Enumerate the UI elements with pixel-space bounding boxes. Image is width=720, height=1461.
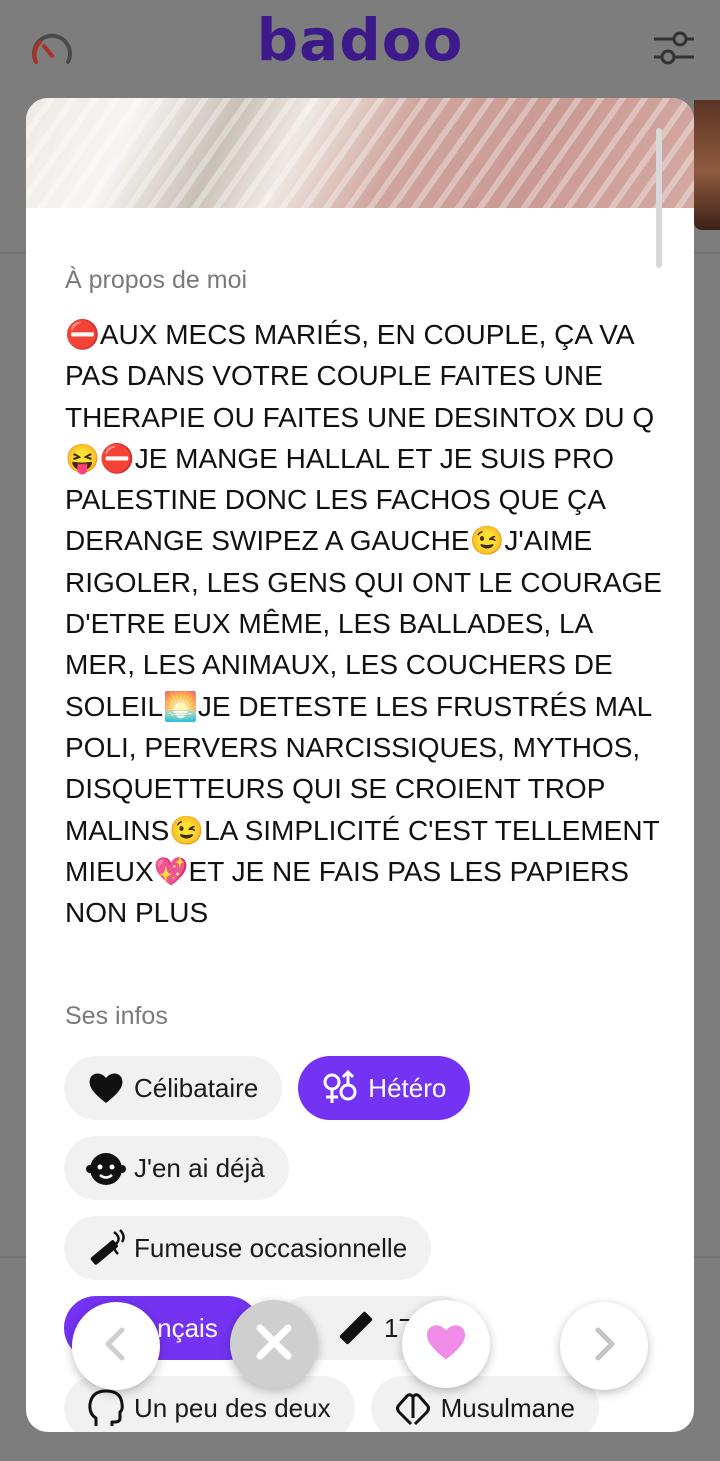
cigarette-icon <box>86 1228 126 1268</box>
sliders-icon[interactable] <box>650 28 698 68</box>
about-title: À propos de moi <box>65 266 248 294</box>
chip-relationship: Célibataire <box>64 1056 283 1120</box>
profile-card[interactable]: À propos de moi ⛔AUX MECS MARIÉS, EN COU… <box>26 98 694 1432</box>
gender-symbols-icon <box>320 1068 360 1108</box>
heart-icon <box>86 1068 126 1108</box>
next-button[interactable] <box>560 1302 648 1390</box>
chip-label: Célibataire <box>134 1072 259 1103</box>
ruler-icon <box>336 1308 376 1348</box>
heart-icon <box>424 1322 468 1367</box>
chip-label: Fumeuse occasionnelle <box>134 1232 408 1263</box>
like-button[interactable] <box>402 1300 490 1388</box>
chevron-left-icon <box>98 1326 134 1367</box>
dislike-button[interactable] <box>230 1300 318 1388</box>
praying-hands-icon <box>393 1388 433 1428</box>
chip-label: Un peu des deux <box>134 1392 331 1423</box>
chip-label: J'en ai déjà <box>134 1152 265 1183</box>
chip-religion: Musulmane <box>370 1376 599 1432</box>
previous-button[interactable] <box>72 1302 160 1390</box>
chip-label: Musulmane <box>440 1392 575 1423</box>
chip-children: J'en ai déjà <box>64 1136 289 1200</box>
info-title: Ses infos <box>65 1002 168 1030</box>
chip-orientation: Hétéro <box>298 1056 471 1120</box>
chip-label: Hétéro <box>368 1072 447 1103</box>
profile-photo[interactable] <box>26 98 694 208</box>
baby-icon <box>86 1148 126 1188</box>
scrollbar[interactable] <box>656 128 662 268</box>
next-profile-photo-peek <box>694 100 720 230</box>
close-icon <box>254 1322 294 1367</box>
badoo-logo: badoo <box>256 6 464 74</box>
top-bar: badoo <box>0 0 720 98</box>
about-text: ⛔AUX MECS MARIÉS, EN COUPLE, ÇA VA PAS D… <box>65 319 662 929</box>
chip-smoking: Fumeuse occasionnelle <box>64 1216 432 1280</box>
chevron-right-icon <box>586 1326 622 1367</box>
head-silhouette-icon <box>86 1388 126 1428</box>
